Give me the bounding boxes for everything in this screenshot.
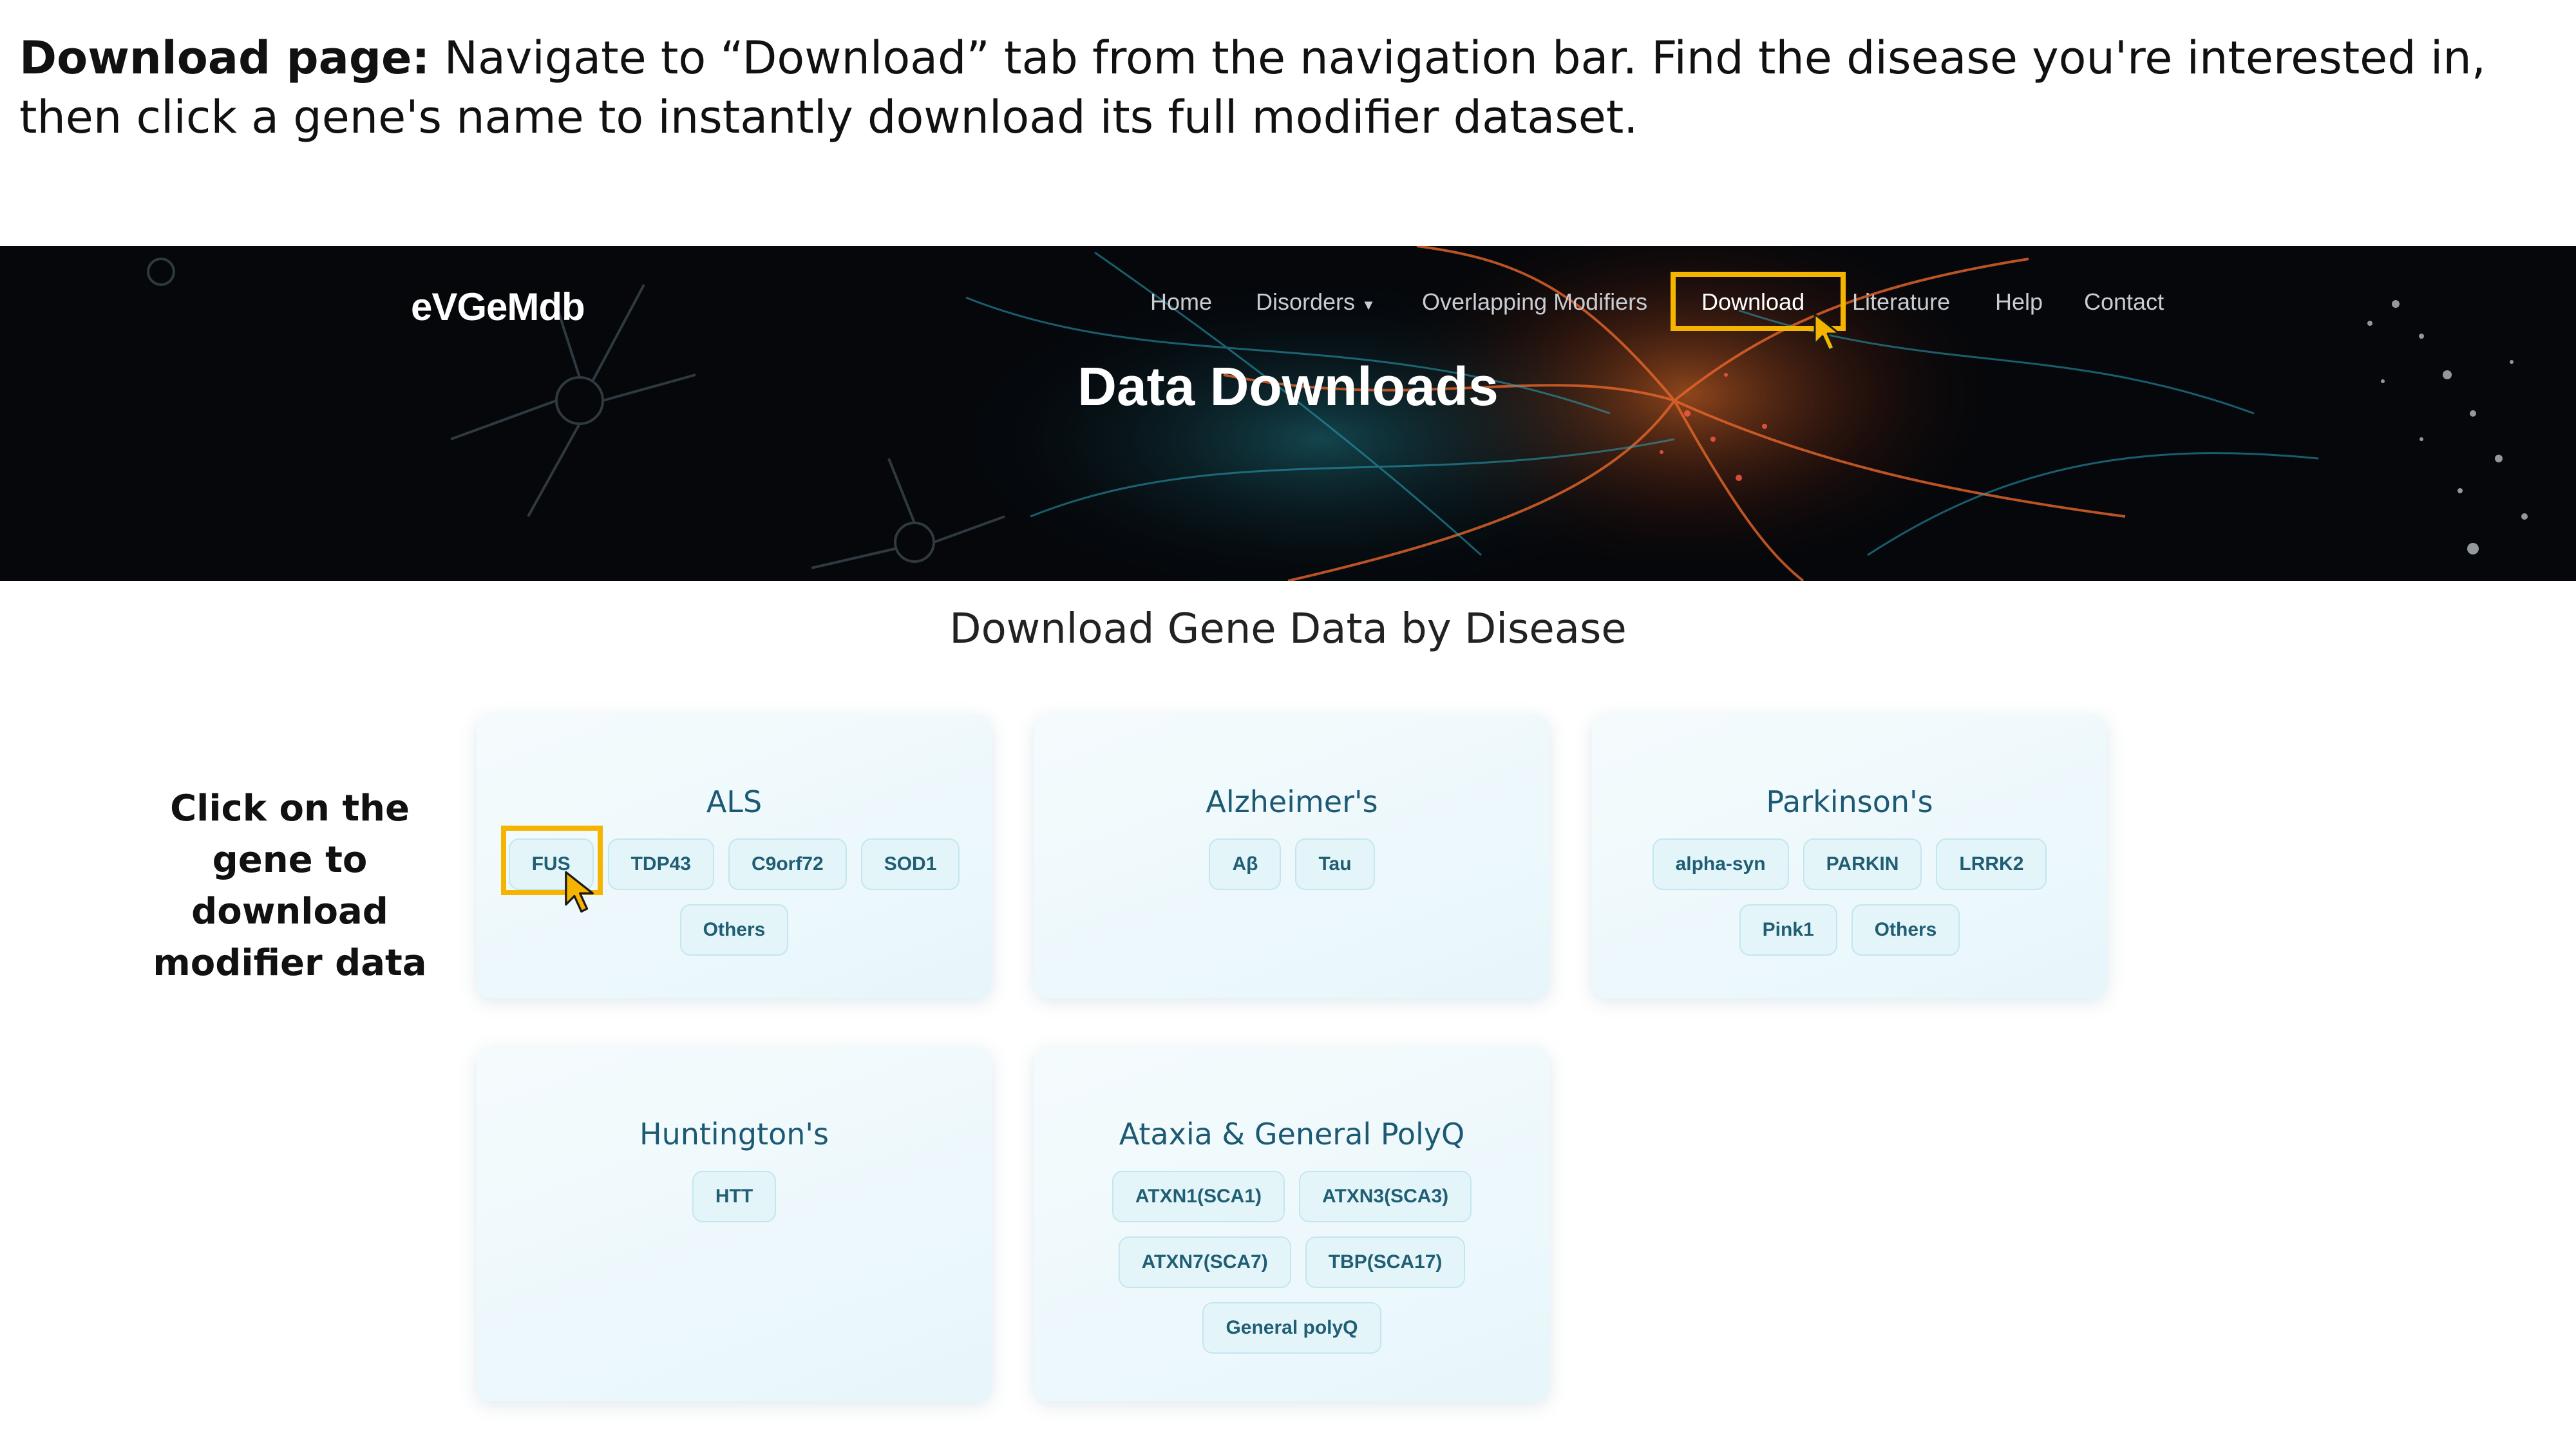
instruction-lead: Download page: [19, 32, 430, 84]
gene-chip-others[interactable]: Others [1851, 904, 1960, 956]
instruction-text: Download page: Navigate to “Download” ta… [19, 28, 2544, 147]
gene-chip-atxn7[interactable]: ATXN7(SCA7) [1118, 1236, 1291, 1288]
nav-disorders-label: Disorders [1256, 289, 1356, 315]
pointer-cursor-icon [1814, 313, 1841, 352]
annotation-note: Click on the gene to download modifier d… [153, 788, 427, 984]
gene-chip-alpha-syn[interactable]: alpha-syn [1652, 838, 1789, 890]
gene-chip-others[interactable]: Others [679, 904, 789, 956]
gene-chip-abeta[interactable]: Aβ [1209, 838, 1282, 890]
nav-help[interactable]: Help [1995, 289, 2043, 316]
hero-banner: eVGeMdb Home Disorders ▼ Overlapping Mod… [0, 246, 2576, 581]
gene-chip-atxn3[interactable]: ATXN3(SCA3) [1299, 1171, 1472, 1222]
gene-chip-atxn1[interactable]: ATXN1(SCA1) [1112, 1171, 1285, 1222]
gene-chip-htt[interactable]: HTT [692, 1171, 777, 1222]
hero-title: Data Downloads [1077, 356, 1499, 417]
chevron-down-icon: ▼ [1361, 297, 1376, 313]
nav-home[interactable]: Home [1150, 289, 1212, 316]
section-title: Download Gene Data by Disease [949, 605, 1627, 653]
gene-chip-sod1[interactable]: SOD1 [860, 838, 960, 890]
navigation-bar: Home Disorders ▼ Overlapping Modifiers D… [0, 289, 2576, 327]
nav-overlapping-modifiers[interactable]: Overlapping Modifiers [1422, 289, 1647, 316]
gene-chip-c9orf72[interactable]: C9orf72 [728, 838, 847, 890]
gene-chip-lrrk2[interactable]: LRRK2 [1936, 838, 2047, 890]
nav-contact[interactable]: Contact [2084, 289, 2164, 316]
card-title: Huntington's [639, 1117, 829, 1151]
gene-chip-tdp43[interactable]: TDP43 [607, 838, 714, 890]
card-title: Ataxia & General PolyQ [1119, 1117, 1465, 1151]
disease-card-alzheimers: Alzheimer's Aβ Tau [1034, 715, 1549, 998]
gene-chip-tbp[interactable]: TBP(SCA17) [1305, 1236, 1466, 1288]
disease-card-huntingtons: Huntington's HTT [477, 1047, 992, 1401]
gene-chip-pink1[interactable]: Pink1 [1739, 904, 1837, 956]
nav-literature[interactable]: Literature [1852, 289, 1950, 316]
gene-chip-general-polyq[interactable]: General polyQ [1202, 1302, 1381, 1354]
card-title: Alzheimer's [1206, 784, 1378, 819]
gene-chip-parkin[interactable]: PARKIN [1803, 838, 1922, 890]
nav-disorders[interactable]: Disorders ▼ [1256, 289, 1376, 316]
pointer-cursor-icon [565, 871, 594, 913]
gene-chip-tau[interactable]: Tau [1295, 838, 1375, 890]
card-title: Parkinson's [1766, 784, 1933, 819]
card-title: ALS [706, 784, 762, 819]
disease-card-parkinsons: Parkinson's alpha-syn PARKIN LRRK2 Pink1… [1592, 715, 2107, 998]
disease-card-ataxia-polyq: Ataxia & General PolyQ ATXN1(SCA1) ATXN3… [1034, 1047, 1549, 1401]
